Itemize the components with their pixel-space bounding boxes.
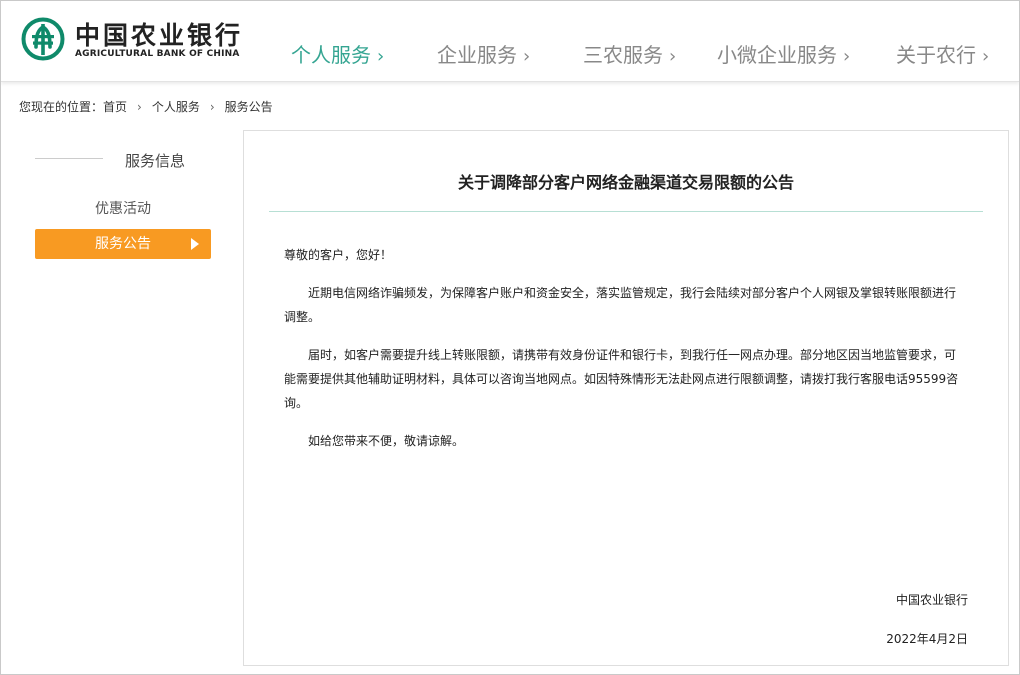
site-header: 中国农业银行 AGRICULTURAL BANK OF CHINA 个人服务 › … — [1, 1, 1019, 82]
title-divider — [269, 211, 983, 212]
paragraph: 届时，如客户需要提升线上转账限额，请携带有效身份证件和银行卡，到我行任一网点办理… — [284, 348, 959, 410]
page-frame: 中国农业银行 AGRICULTURAL BANK OF CHINA 个人服务 › … — [0, 0, 1020, 675]
nav-label: 小微企业服务 — [717, 43, 837, 67]
nav-corporate-services[interactable]: 企业服务 › — [437, 39, 530, 69]
paragraph: 近期电信网络诈骗频发，为保障客户账户和资金安全，落实监管规定，我行会陆续对部分客… — [284, 286, 957, 324]
sidebar-item-service-announcements[interactable]: 服务公告 — [35, 229, 211, 259]
nav-about-abc[interactable]: 关于农行 › — [896, 39, 989, 69]
breadcrumb: 您现在的位置：首页 › 个人服务 › 服务公告 — [19, 98, 273, 115]
announcement-body: 尊敬的客户，您好！ 近期电信网络诈骗频发，为保障客户账户和资金安全，落实监管规定… — [284, 243, 964, 467]
nav-personal-services[interactable]: 个人服务 › — [291, 39, 384, 69]
arrow-right-icon — [191, 238, 199, 250]
paragraph: 如给您带来不便，敬请谅解。 — [308, 434, 465, 448]
breadcrumb-home[interactable]: 首页 — [103, 100, 127, 114]
nav-label: 三农服务 — [583, 43, 663, 67]
chevron-right-icon: › — [523, 46, 531, 67]
chevron-right-icon: › — [982, 46, 990, 67]
chevron-right-icon: › — [377, 46, 385, 67]
breadcrumb-separator-icon: › — [137, 99, 142, 114]
breadcrumb-prefix: 您现在的位置： — [19, 100, 104, 114]
nav-label: 个人服务 — [291, 43, 371, 67]
sidebar-heading-divider — [35, 158, 103, 159]
announcement-title: 关于调降部分客户网络金融渠道交易限额的公告 — [457, 173, 794, 192]
salutation: 尊敬的客户，您好！ — [284, 248, 393, 262]
abc-logo-icon[interactable] — [21, 17, 65, 61]
breadcrumb-separator-icon: › — [209, 99, 215, 114]
breadcrumb-service-announcements[interactable]: 服务公告 — [225, 100, 273, 114]
chevron-right-icon: › — [669, 46, 677, 67]
nav-label: 关于农行 — [896, 43, 976, 67]
chevron-right-icon: › — [843, 46, 851, 67]
sidebar-item-promotions[interactable]: 优惠活动 — [35, 198, 211, 220]
announcement-card: 关于调降部分客户网络金融渠道交易限额的公告 尊敬的客户，您好！ 近期电信网络诈骗… — [243, 130, 1009, 666]
nav-small-business-services[interactable]: 小微企业服务 › — [717, 39, 850, 69]
breadcrumb-personal-services[interactable]: 个人服务 — [152, 100, 200, 114]
brand-name-en: AGRICULTURAL BANK OF CHINA — [75, 49, 240, 59]
sidebar-item-label: 服务公告 — [95, 236, 151, 252]
sidebar-heading: 服务信息 — [125, 152, 186, 170]
announcement-date: 2022年4月2日 — [886, 632, 968, 646]
brand-name-cn[interactable]: 中国农业银行 — [75, 16, 243, 52]
nav-agricultural-services[interactable]: 三农服务 › — [583, 39, 676, 69]
nav-label: 企业服务 — [437, 43, 517, 67]
announcement-signature: 中国农业银行 — [895, 593, 968, 607]
